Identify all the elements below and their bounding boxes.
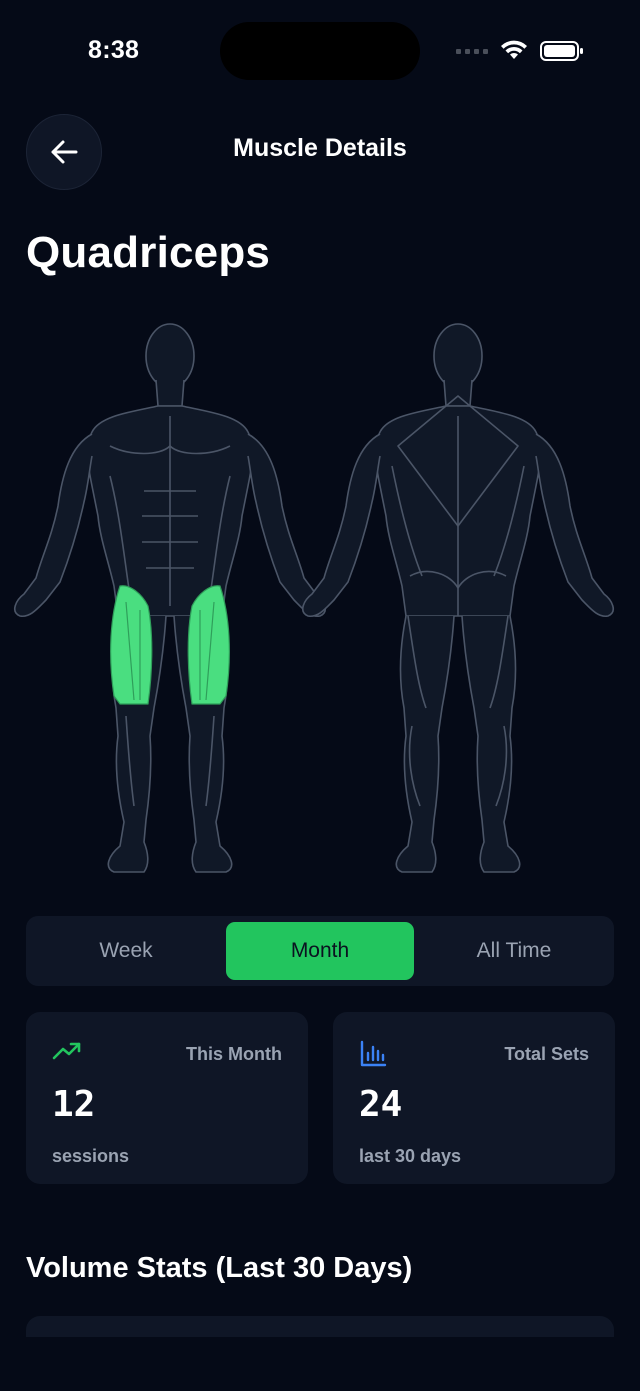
status-icons <box>456 40 584 62</box>
wifi-icon <box>501 40 527 59</box>
stat-label: This Month <box>186 1044 282 1064</box>
stat-value: 12 <box>52 1084 96 1125</box>
front-body-figure <box>13 323 327 873</box>
body-map <box>13 323 615 873</box>
stat-label: Total Sets <box>504 1044 589 1064</box>
muscle-name-title: Quadriceps <box>26 228 271 277</box>
stat-value: 24 <box>359 1084 403 1125</box>
stat-subtitle: last 30 days <box>359 1146 462 1166</box>
status-time: 8:38 <box>88 36 140 64</box>
tab-all-time[interactable]: All Time <box>420 922 608 980</box>
total-sets-card: Total Sets 24 last 30 days <box>333 1012 615 1184</box>
volume-stats-title: Volume Stats (Last 30 Days) <box>26 1252 413 1284</box>
dynamic-island <box>220 22 420 80</box>
stat-subtitle: sessions <box>52 1146 130 1166</box>
trending-up-icon <box>52 1042 81 1060</box>
volume-stats-card <box>26 1316 614 1337</box>
battery-icon <box>540 41 583 61</box>
cellular-signal-icon <box>456 48 488 54</box>
tab-month[interactable]: Month <box>226 922 414 980</box>
bar-chart-icon <box>360 1040 387 1067</box>
tab-week[interactable]: Week <box>32 922 220 980</box>
period-selector: Week Month All Time <box>26 916 614 986</box>
nav-title: Muscle Details <box>233 134 407 162</box>
muscle-details-screen: 8:38 Muscle Details Quadriceps Week Mont… <box>0 0 640 1391</box>
this-month-card: This Month 12 sessions <box>26 1012 308 1184</box>
back-body-figure <box>301 323 615 873</box>
